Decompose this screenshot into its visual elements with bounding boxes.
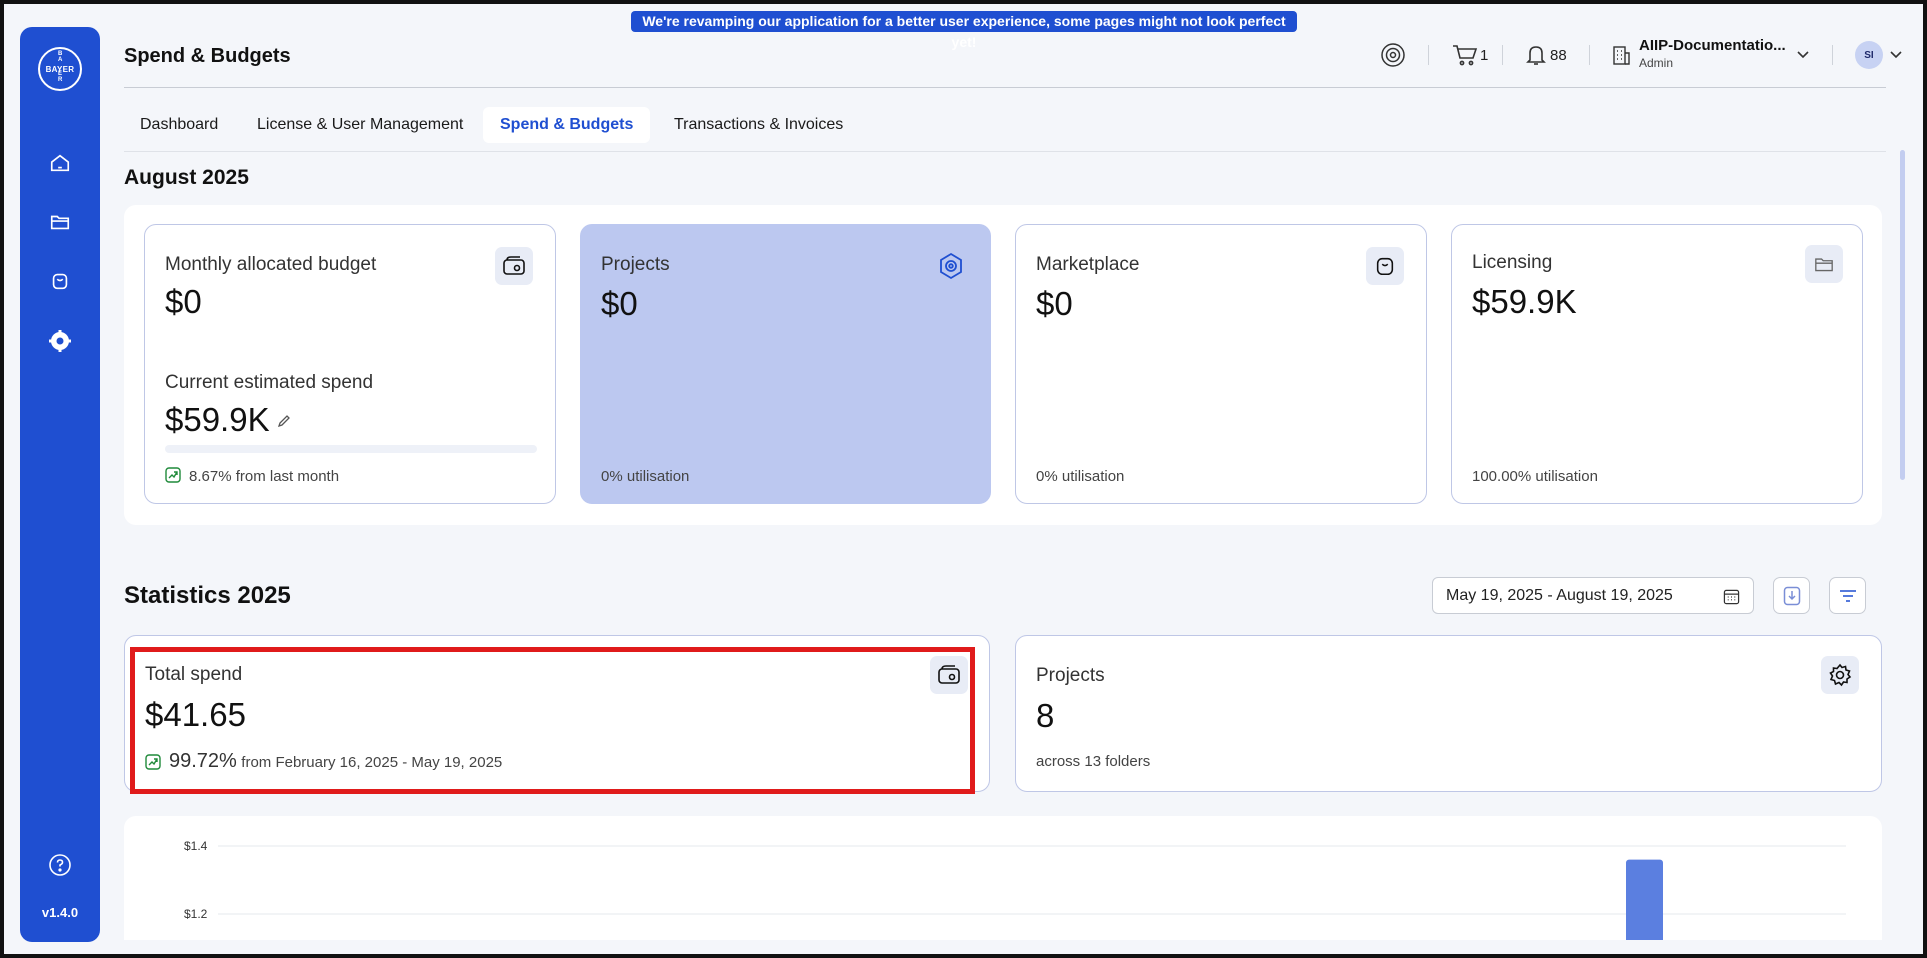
- filter-icon: [1839, 589, 1856, 602]
- marketplace-label: Marketplace: [1036, 254, 1140, 275]
- marketplace-utilisation: 0% utilisation: [1036, 468, 1125, 485]
- month-section-title: August 2025: [124, 166, 249, 189]
- annotation-highlight-box: [130, 647, 975, 794]
- wallet-icon: [503, 256, 525, 275]
- revamp-banner: We're revamping our application for a be…: [631, 11, 1297, 50]
- sidebar-item-marketplace[interactable]: [46, 267, 74, 295]
- bag-icon-box: [1366, 247, 1404, 285]
- projects-utilisation: 0% utilisation: [601, 468, 690, 485]
- notifications-button[interactable]: 88: [1526, 42, 1567, 68]
- spend-progress-bar: [165, 445, 537, 453]
- chevron-down-icon: [1890, 51, 1902, 59]
- projects-stats-card: Projects 8 across 13 folders: [1015, 635, 1882, 792]
- tabs-divider: [124, 151, 1886, 152]
- licensing-label: Licensing: [1472, 252, 1553, 273]
- notifications-count: 88: [1550, 46, 1567, 64]
- projects-stats-value: 8: [1036, 697, 1055, 734]
- app-version: v1.4.0: [41, 905, 79, 920]
- user-avatar[interactable]: SI: [1855, 41, 1883, 69]
- chevron-down-icon: [1797, 51, 1809, 59]
- projects-budget-value: $0: [601, 285, 638, 322]
- vertical-scrollbar[interactable]: [1900, 150, 1905, 480]
- organization-dropdown[interactable]: [1796, 42, 1810, 68]
- tab-license-user-management[interactable]: License & User Management: [240, 107, 480, 143]
- header-divider: [1589, 45, 1590, 65]
- page-title: Spend & Budgets: [124, 45, 291, 67]
- sidebar-item-settings[interactable]: [46, 327, 74, 355]
- tab-transactions-invoices[interactable]: Transactions & Invoices: [657, 107, 860, 143]
- marketplace-value: $0: [1036, 285, 1073, 322]
- estimated-spend-label: Current estimated spend: [165, 372, 374, 393]
- projects-budget-card[interactable]: Projects $0 0% utilisation: [580, 224, 991, 504]
- chart-y-tick-label: $1.4: [184, 839, 208, 853]
- wallet-icon-box: [495, 247, 533, 285]
- download-icon: [1783, 586, 1800, 605]
- marketplace-bag-icon: [1376, 257, 1394, 276]
- cart-count: 1: [1480, 46, 1489, 64]
- folder-icon-box: [1805, 245, 1843, 283]
- hexagon-gear-icon-box: [932, 247, 970, 285]
- settings-gear-icon: [49, 330, 71, 352]
- trend-up-icon: [165, 467, 181, 483]
- header-divider: [1428, 45, 1429, 65]
- folder-icon: [1815, 258, 1833, 272]
- marketplace-bag-icon: [52, 273, 68, 290]
- budget-label: Monthly allocated budget: [165, 254, 377, 275]
- date-range-value: May 19, 2025 - August 19, 2025: [1446, 587, 1673, 604]
- spend-bar-chart: $1.4 $1.2: [184, 839, 1846, 940]
- licensing-utilisation: 100.00% utilisation: [1472, 468, 1598, 485]
- chart-bar[interactable]: [1626, 859, 1663, 940]
- home-icon: [50, 154, 70, 172]
- calendar-icon: [1723, 589, 1740, 605]
- sidebar-item-folders[interactable]: [46, 208, 74, 236]
- header-divider: [1832, 45, 1833, 65]
- marketplace-budget-card[interactable]: Marketplace $0 0% utilisation: [1015, 224, 1427, 504]
- organization-icon-wrap: [1610, 42, 1632, 68]
- projects-stats-label: Projects: [1036, 665, 1105, 686]
- organization-role: Admin: [1639, 56, 1674, 70]
- filter-button[interactable]: [1829, 577, 1866, 614]
- licensing-budget-card[interactable]: Licensing $59.9K 100.00% utilisation: [1451, 224, 1863, 504]
- cart-icon: [1453, 45, 1478, 66]
- sidebar: BAYER B A E R v1.4.0: [20, 27, 100, 942]
- spend-chart-panel: $1.4 $1.2: [124, 816, 1882, 940]
- bell-icon: [1526, 46, 1546, 65]
- sidebar-item-home[interactable]: [46, 149, 74, 177]
- budget-value: $0: [165, 283, 202, 320]
- bayer-logo[interactable]: BAYER B A E R: [38, 47, 82, 91]
- building-icon: [1613, 46, 1630, 65]
- cart-button[interactable]: 1: [1452, 42, 1488, 68]
- logo-text-vertical: B A E R: [58, 51, 63, 83]
- header-divider-line: [124, 87, 1886, 88]
- statistics-section-title: Statistics 2025: [124, 582, 291, 609]
- download-button[interactable]: [1773, 577, 1810, 614]
- ai-assistant-icon: [1381, 43, 1405, 67]
- hexagon-gear-icon: [940, 252, 962, 280]
- date-range-picker[interactable]: May 19, 2025 - August 19, 2025: [1432, 577, 1754, 614]
- budget-card: Monthly allocated budget $0 Current esti…: [144, 224, 556, 504]
- user-menu-dropdown[interactable]: [1889, 42, 1903, 68]
- estimated-spend-value: $59.9K: [165, 401, 270, 438]
- folder-icon: [50, 215, 70, 230]
- chart-y-tick-label: $1.2: [184, 907, 208, 921]
- gear-icon: [1829, 663, 1852, 687]
- gear-icon-box: [1821, 656, 1859, 694]
- ai-assistant-button[interactable]: [1380, 42, 1406, 68]
- projects-stats-foot: across 13 folders: [1036, 753, 1151, 770]
- tab-spend-budgets[interactable]: Spend & Budgets: [483, 107, 651, 143]
- tab-dashboard[interactable]: Dashboard: [123, 107, 235, 143]
- edit-pencil-icon[interactable]: [277, 414, 291, 428]
- budget-change-text: 8.67% from last month: [189, 468, 340, 485]
- organization-name[interactable]: AIIP-Documentatio...: [1639, 37, 1786, 54]
- licensing-value: $59.9K: [1472, 283, 1577, 320]
- help-circle-icon[interactable]: [48, 853, 72, 877]
- header-divider: [1502, 45, 1503, 65]
- projects-budget-label: Projects: [601, 254, 670, 275]
